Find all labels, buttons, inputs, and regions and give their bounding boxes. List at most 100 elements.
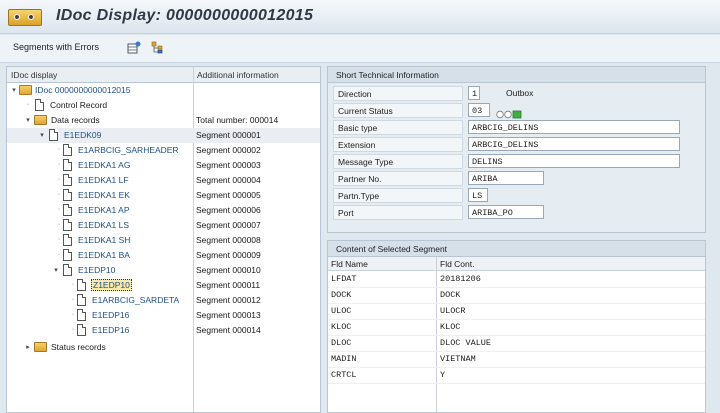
tree-info: Segment 000008 [196,235,261,245]
tree-row-segment[interactable]: · E1EDKA1 AG Segment 000003 [7,158,320,173]
status-traffic-light-icon [496,110,522,119]
partn-type-field[interactable]: LS [468,188,488,202]
tree-row-segment[interactable]: · E1EDKA1 LF Segment 000004 [7,173,320,188]
grid-settings-icon[interactable] [127,41,141,54]
tree-label: E1EDK09 [64,130,102,140]
collapse-icon[interactable]: ▾ [38,131,46,139]
tree-row-sub-segment[interactable]: · E1EDP16 Segment 000014 [7,323,320,338]
folder-icon [34,342,47,352]
partner-no-field[interactable]: ARIBA [468,171,544,185]
tree-info: Segment 000001 [196,130,261,140]
tree-row-e1edk09[interactable]: ▾ E1EDK09 Segment 000001 [7,128,320,143]
application-toolbar: Segments with Errors [0,35,720,63]
table-row[interactable]: MADIN VIETNAM [328,352,705,368]
tree-label: E1ARBCIG_SARHEADER [78,145,179,155]
tree-info: Segment 000011 [196,280,261,290]
basic-type-field[interactable]: ARBCIG_DELINS [468,120,680,134]
tree-row-e1edp10[interactable]: ▾ E1EDP10 Segment 000010 [7,263,320,278]
short-technical-info-panel: Short Technical Information Direction 1 … [327,66,706,233]
tree-row-root[interactable]: ▾ IDoc 0000000000012015 [7,83,320,98]
field-name-cell: LFDAT [331,274,357,284]
leaf-bullet-icon: · [71,326,75,333]
segment-content-panel: Content of Selected Segment Fld Name Fld… [327,240,706,413]
window-title: IDoc Display: 0000000000012015 [56,7,314,24]
document-icon [63,159,72,171]
field-name-cell: DLOC [331,338,352,348]
idoc-tree-panel: IDoc display Additional information ▾ ID… [6,66,321,413]
collapse-icon[interactable]: ▾ [52,266,60,274]
leaf-bullet-icon: · [71,281,75,288]
port-label: Port [333,205,463,220]
tree-row-segment[interactable]: · E1ARBCIG_SARHEADER Segment 000002 [7,143,320,158]
tree-label: E1EDKA1 EK [78,190,130,200]
field-value-cell: KLOC [440,322,461,332]
tree-row-segment[interactable]: · E1EDKA1 LS Segment 000007 [7,218,320,233]
document-icon [77,324,86,336]
document-icon [35,99,44,111]
tree-label: E1EDKA1 BA [78,250,130,260]
field-value-cell: ULOCR [440,306,466,316]
table-row[interactable]: CRTCL Y [328,368,705,384]
partner-no-label: Partner No. [333,171,463,186]
leaf-bullet-icon: · [57,221,61,228]
column-header-fld-cont: Fld Cont. [440,259,475,269]
port-field[interactable]: ARIBA_PO [468,205,544,219]
field-value-cell: VIETNAM [440,354,476,364]
field-name-cell: KLOC [331,322,352,332]
tree-row-control-record[interactable]: · Control Record [7,98,320,113]
document-icon [63,249,72,261]
tree-row-status-records[interactable]: ▸ Status records [7,340,320,355]
table-row[interactable]: DLOC DLOC VALUE [328,336,705,352]
tree-info: Segment 000007 [196,220,261,230]
tree-row-segment[interactable]: · E1EDKA1 AP Segment 000006 [7,203,320,218]
collapse-icon[interactable]: ▾ [24,116,32,124]
table-row[interactable]: LFDAT 20181206 [328,272,705,288]
direction-field[interactable]: 1 [468,86,480,100]
tree-row-sub-segment-selected[interactable]: · Z1EDP10 Segment 000011 [7,278,320,293]
table-row[interactable]: KLOC KLOC [328,320,705,336]
tree-row-data-records[interactable]: ▾ Data records Total number: 000014 [7,113,320,128]
filter-tree-icon[interactable] [151,41,165,54]
field-name-cell: ULOC [331,306,352,316]
tree-label: E1EDKA1 LF [78,175,129,185]
table-row[interactable]: ULOC ULOCR [328,304,705,320]
panel-title-text: Content of Selected Segment [336,244,448,254]
tree-label: E1EDKA1 AP [78,205,130,215]
message-type-field[interactable]: DELINS [468,154,680,168]
tree-row-segment[interactable]: · E1EDKA1 SH Segment 000008 [7,233,320,248]
direction-label: Direction [333,86,463,101]
current-status-field[interactable]: 03 [468,103,490,117]
collapse-icon[interactable]: ▾ [10,86,18,94]
tree-label: E1EDP10 [78,265,116,275]
tree-label: Control Record [50,100,108,110]
selected-tree-label: Z1EDP10 [91,279,132,291]
tree-info: Segment 000006 [196,205,261,215]
title-bar: IDoc Display: 0000000000012015 [0,0,720,34]
tree-row-sub-segment[interactable]: · E1EDP16 Segment 000013 [7,308,320,323]
document-icon [49,129,58,141]
table-row[interactable]: DOCK DOCK [328,288,705,304]
panel-title-text: Short Technical Information [336,70,439,80]
message-type-label: Message Type [333,154,463,169]
segments-with-errors-button[interactable]: Segments with Errors [13,42,99,52]
leaf-bullet-icon: · [57,146,61,153]
tree-label: E1EDP16 [92,325,130,335]
tree-row-segment[interactable]: · E1EDKA1 BA Segment 000009 [7,248,320,263]
tree-info: Segment 000005 [196,190,261,200]
tree-label: Data records [51,115,100,125]
direction-text: Outbox [506,88,534,98]
tree-row-sub-segment[interactable]: · E1ARBCIG_SARDETA Segment 000012 [7,293,320,308]
document-icon [63,234,72,246]
tree-header-idoc-display: IDoc display [11,70,58,80]
tree-label: E1EDP16 [92,310,130,320]
tree-label: E1EDKA1 AG [78,160,131,170]
extension-field[interactable]: ARBCIG_DELINS [468,137,680,151]
tree-info: Segment 000013 [196,310,261,320]
document-icon [77,309,86,321]
tree-row-segment[interactable]: · E1EDKA1 EK Segment 000005 [7,188,320,203]
column-header-fld-name: Fld Name [331,259,368,269]
field-value-cell: 20181206 [440,274,481,284]
leaf-bullet-icon: · [57,251,61,258]
expand-icon[interactable]: ▸ [24,343,32,351]
folder-icon [34,115,47,125]
